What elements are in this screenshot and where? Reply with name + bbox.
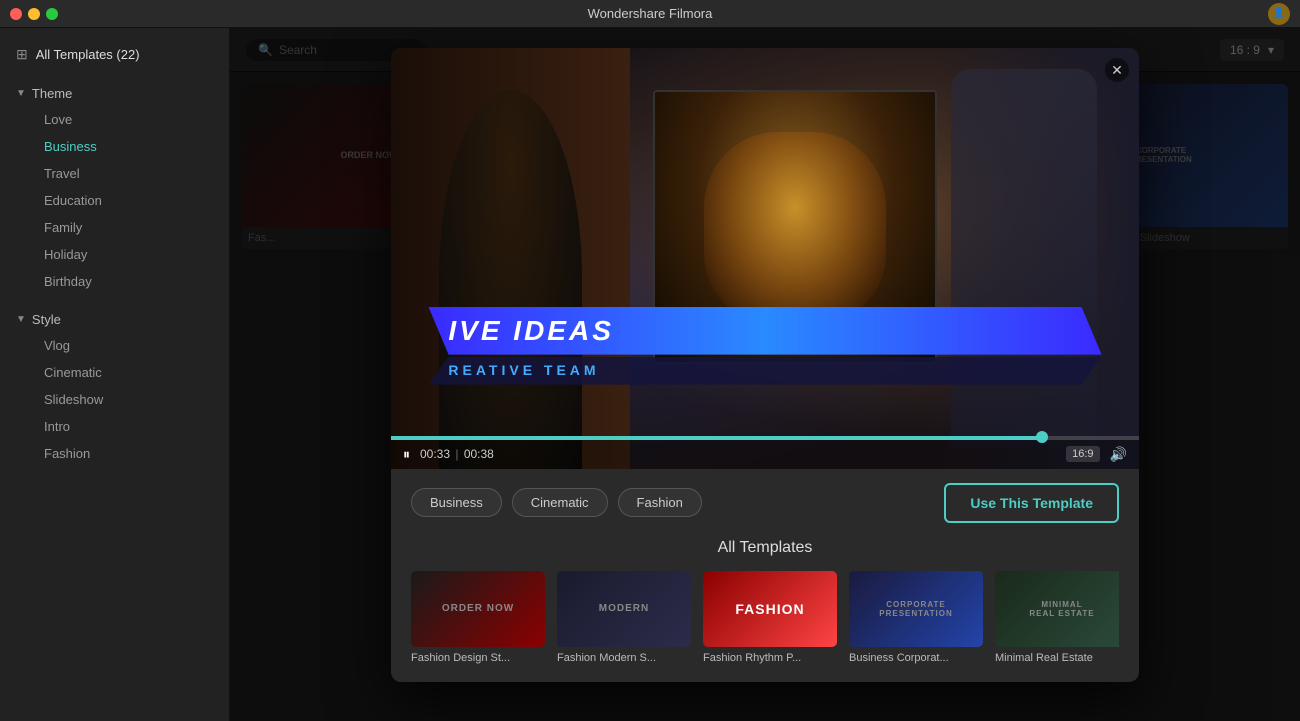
mini-label-business-corporate: Business Corporat... <box>849 652 983 664</box>
mini-thumb-fashion-design: ORDER NOW <box>411 571 545 647</box>
templates-icon: ⊞ <box>16 46 28 63</box>
sidebar-item-love[interactable]: Love <box>16 106 213 133</box>
traffic-lights <box>10 8 58 20</box>
video-title-overlay: IVE IDEAS REATIVE TEAM <box>428 307 1101 385</box>
theme-arrow-icon: ▼ <box>16 88 26 99</box>
avatar: 👤 <box>1268 3 1290 25</box>
progress-handle[interactable] <box>1036 431 1048 443</box>
video-title-text: IVE IDEAS <box>448 315 613 346</box>
style-section-toggle[interactable]: ▼ Style <box>16 307 213 332</box>
modal-overlay: ✕ <box>230 28 1300 721</box>
templates-scroll: ORDER NOW Fashion Design St... MODERN Fa… <box>411 571 1119 668</box>
sidebar-item-travel[interactable]: Travel <box>16 160 213 187</box>
sidebar-item-birthday[interactable]: Birthday <box>16 268 213 295</box>
mini-label-fashion-rhythm: Fashion Rhythm P... <box>703 652 837 664</box>
theme-section: ▼ Theme Love Business Travel Education F… <box>0 75 229 301</box>
controls-right: 16:9 🔊 <box>1066 446 1127 463</box>
volume-button[interactable]: 🔊 <box>1110 446 1127 463</box>
style-section: ▼ Style Vlog Cinematic Slideshow Intro F… <box>0 301 229 473</box>
tags-row: Business Cinematic Fashion Use This Temp… <box>411 483 1119 523</box>
use-template-button[interactable]: Use This Template <box>944 483 1119 523</box>
modal-video: IVE IDEAS REATIVE TEAM <box>391 48 1139 469</box>
modal-footer: Business Cinematic Fashion Use This Temp… <box>391 469 1139 682</box>
sidebar-item-slideshow[interactable]: Slideshow <box>16 386 213 413</box>
sidebar-item-intro[interactable]: Intro <box>16 413 213 440</box>
video-subtitle-bar: REATIVE TEAM <box>428 357 1101 385</box>
controls-row: ⏸ 00:33 | 00:38 16:9 🔊 <box>391 440 1139 469</box>
modal: ✕ <box>391 48 1139 682</box>
style-arrow-icon: ▼ <box>16 314 26 325</box>
mini-card-fashion-rhythm[interactable]: FASHION Fashion Rhythm P... <box>703 571 837 664</box>
app-title: Wondershare Filmora <box>588 6 713 21</box>
titlebar: Wondershare Filmora 👤 <box>0 0 1300 28</box>
mini-label-minimal-real-estate: Minimal Real Estate <box>995 652 1119 664</box>
mini-thumb-minimal-real-estate: MINIMALREAL ESTATE <box>995 571 1119 647</box>
mini-card-fashion-modern[interactable]: MODERN Fashion Modern S... <box>557 571 691 664</box>
mini-card-business-corporate[interactable]: CORPORATEPRESENTATION Business Corporat.… <box>849 571 983 664</box>
theme-section-toggle[interactable]: ▼ Theme <box>16 81 213 106</box>
progress-bar-fill <box>391 436 1042 440</box>
video-person-right <box>930 48 1139 469</box>
sidebar-item-holiday[interactable]: Holiday <box>16 241 213 268</box>
sidebar-item-cinematic[interactable]: Cinematic <box>16 359 213 386</box>
tag-business[interactable]: Business <box>411 488 502 517</box>
maximize-traffic-light[interactable] <box>46 8 58 20</box>
mini-label-fashion-design: Fashion Design St... <box>411 652 545 664</box>
aspect-badge: 16:9 <box>1066 446 1099 462</box>
mini-label-fashion-modern: Fashion Modern S... <box>557 652 691 664</box>
sidebar-header[interactable]: ⊞ All Templates (22) <box>0 38 229 71</box>
play-pause-button[interactable]: ⏸ <box>403 446 410 463</box>
sidebar-item-business[interactable]: Business <box>16 133 213 160</box>
tag-cinematic[interactable]: Cinematic <box>512 488 608 517</box>
video-person-left <box>391 48 630 469</box>
sidebar-header-text: All Templates (22) <box>36 47 140 62</box>
close-traffic-light[interactable] <box>10 8 22 20</box>
time-total: 00:38 <box>464 447 494 461</box>
sidebar-item-education[interactable]: Education <box>16 187 213 214</box>
sidebar: ⊞ All Templates (22) ▼ Theme Love Busine… <box>0 28 230 721</box>
minimize-traffic-light[interactable] <box>28 8 40 20</box>
content-area: 🔍 16 : 9 ▾ ORDER NOW Fas... MODERN Min..… <box>230 28 1300 721</box>
sidebar-item-vlog[interactable]: Vlog <box>16 332 213 359</box>
tag-fashion[interactable]: Fashion <box>618 488 702 517</box>
theme-section-label: Theme <box>32 86 72 101</box>
style-section-label: Style <box>32 312 61 327</box>
time-current: 00:33 <box>420 447 450 461</box>
all-templates-heading: All Templates <box>411 539 1119 557</box>
mini-thumb-fashion-rhythm: FASHION <box>703 571 837 647</box>
sidebar-item-fashion[interactable]: Fashion <box>16 440 213 467</box>
video-controls: ⏸ 00:33 | 00:38 16:9 🔊 <box>391 436 1139 469</box>
video-title-bar: IVE IDEAS <box>428 307 1101 355</box>
modal-close-button[interactable]: ✕ <box>1105 58 1129 82</box>
mini-thumb-business-corporate: CORPORATEPRESENTATION <box>849 571 983 647</box>
time-display: 00:33 | 00:38 <box>420 447 494 461</box>
time-separator: | <box>455 447 461 461</box>
sidebar-item-family[interactable]: Family <box>16 214 213 241</box>
progress-bar[interactable] <box>391 436 1139 440</box>
mini-thumb-fashion-modern: MODERN <box>557 571 691 647</box>
mini-card-fashion-design[interactable]: ORDER NOW Fashion Design St... <box>411 571 545 664</box>
mini-card-minimal-real-estate[interactable]: MINIMALREAL ESTATE Minimal Real Estate <box>995 571 1119 664</box>
video-subtitle-text: REATIVE TEAM <box>448 362 599 378</box>
video-scene <box>391 48 1139 469</box>
main-layout: ⊞ All Templates (22) ▼ Theme Love Busine… <box>0 28 1300 721</box>
